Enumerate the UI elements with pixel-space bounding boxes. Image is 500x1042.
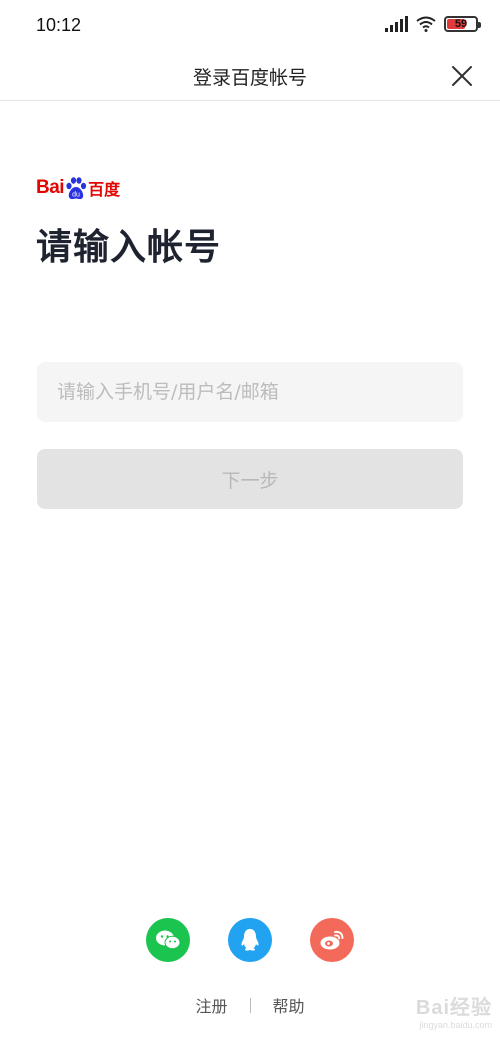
paw-text: du: [72, 192, 80, 199]
watermark-sub: jingyan.baidu.com: [419, 1020, 492, 1030]
logo-latin: Bai: [36, 177, 65, 198]
watermark-main: Bai经验: [415, 997, 492, 1019]
page-title: 登录百度帐号: [192, 67, 307, 89]
baidu-logo: Bai du 百度: [36, 176, 120, 200]
wechat-icon: [156, 930, 181, 950]
watermark: Bai经验 jingyan.baidu.com: [416, 991, 492, 1030]
qq-login-button[interactable]: [228, 918, 272, 962]
status-bar: 10:12 59: [0, 0, 500, 52]
footer-divider: [249, 997, 251, 1013]
signal-icon: [385, 16, 408, 32]
register-link[interactable]: 注册: [195, 993, 227, 1017]
close-icon: [452, 66, 472, 86]
help-link[interactable]: 帮助: [273, 993, 305, 1017]
weibo-login-button[interactable]: [310, 918, 354, 962]
battery-icon: 59: [444, 16, 481, 32]
account-input-box: [37, 362, 463, 422]
logo-chinese: 百度: [88, 180, 121, 199]
qq-icon: [241, 929, 259, 951]
wechat-login-button[interactable]: [146, 918, 190, 962]
next-button[interactable]: 下一步: [37, 449, 463, 509]
nav-bar: 登录百度帐号: [0, 52, 500, 101]
weibo-icon: [320, 930, 344, 950]
battery-level: 59: [454, 18, 468, 30]
account-input[interactable]: [37, 362, 463, 422]
heading: 请输入帐号: [36, 227, 222, 268]
wifi-icon: [416, 16, 436, 32]
status-icons: 59: [385, 16, 481, 32]
status-time: 10:12: [36, 15, 82, 35]
paw-icon: du: [66, 177, 87, 200]
close-button[interactable]: [450, 64, 474, 88]
